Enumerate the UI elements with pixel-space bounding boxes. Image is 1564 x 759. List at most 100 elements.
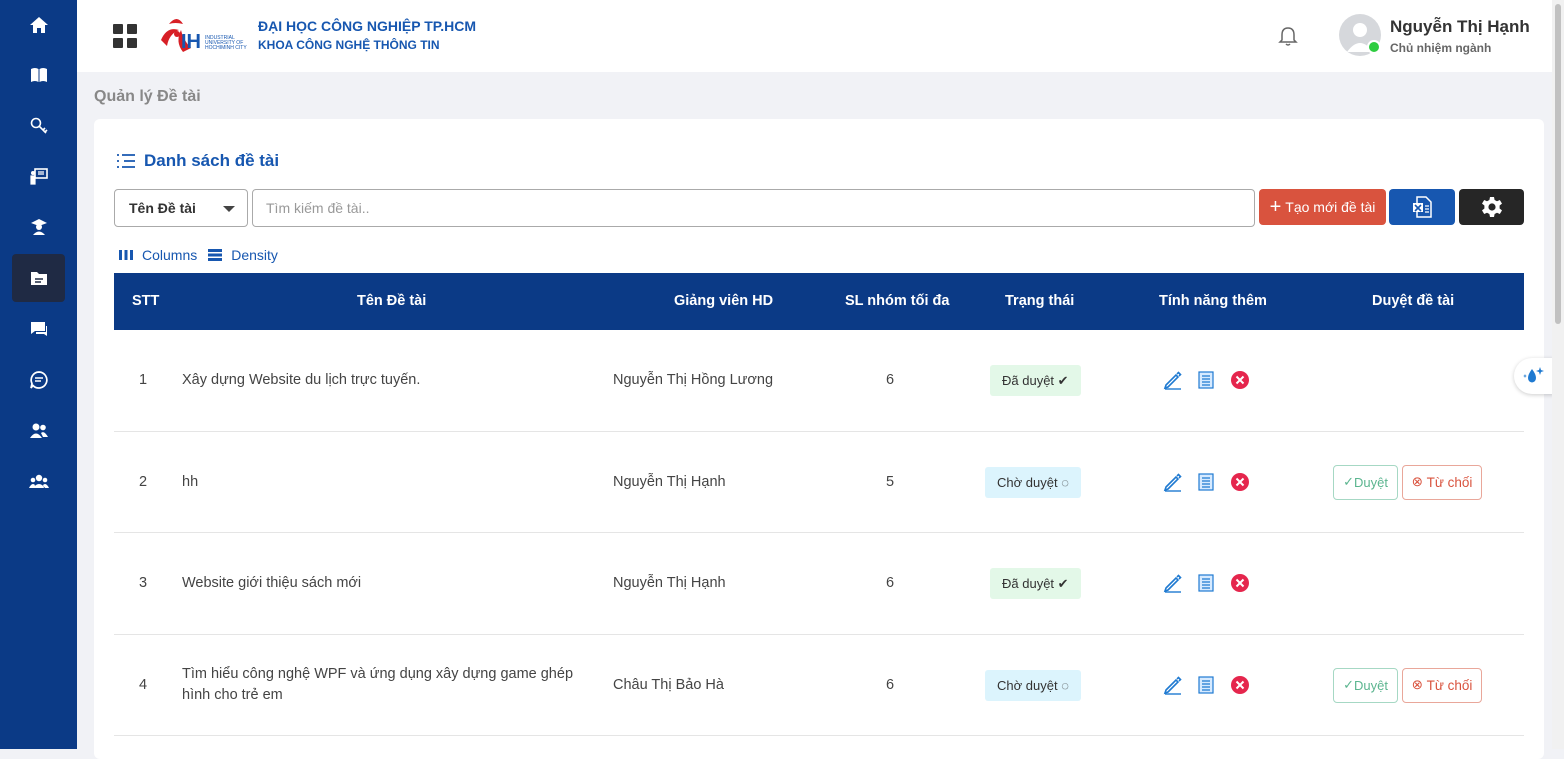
table-header: STT Tên Đề tài Giảng viên HD SL nhóm tối… [114, 273, 1524, 330]
sidebar-item-users[interactable] [12, 407, 65, 455]
status-text: Đã duyệt [1002, 576, 1055, 591]
create-topic-label: Tạo mới đề tài [1285, 199, 1376, 215]
delete-icon[interactable] [1230, 675, 1250, 695]
university-logo: IH INDUSTRIAL UNIVERSITY OF HOCHIMINH CI… [161, 19, 247, 53]
chevron-down-icon [223, 206, 235, 212]
table-row[interactable]: 2 hh Nguyễn Thị Hạnh 5 Chờ duyệt ◌ ✓ Duyệ… [114, 432, 1524, 533]
folder-icon [30, 272, 47, 285]
column-header-lecturer[interactable]: Giảng viên HD [674, 293, 773, 309]
delete-icon[interactable] [1230, 370, 1250, 390]
row-lecturer: Nguyễn Thị Hạnh [613, 473, 726, 490]
svg-text:HOCHIMINH CITY: HOCHIMINH CITY [205, 45, 247, 51]
sidebar-item-chat[interactable] [12, 305, 65, 353]
user-name: Nguyễn Thị Hạnh [1390, 17, 1530, 36]
row-title: Tìm hiểu công nghệ WPF và ứng dụng xây d… [182, 665, 574, 682]
apps-grid-icon[interactable] [113, 24, 137, 48]
faculty-name: KHOA CÔNG NGHỆ THÔNG TIN [258, 38, 440, 52]
chat-icon [30, 322, 47, 336]
row-max-groups: 6 [886, 676, 895, 693]
row-lecturer: Châu Thị Bảo Hà [613, 676, 724, 693]
topic-list-card: Danh sách đề tài Tên Đề tài + Tạo mới đề… [94, 119, 1544, 759]
card-title: Danh sách đề tài [144, 151, 280, 170]
presentation-icon [29, 168, 48, 185]
check-icon: ✔ [1057, 575, 1069, 591]
row-title: Xây dựng Website du lịch trực tuyến. [182, 372, 421, 388]
edit-icon[interactable] [1163, 370, 1183, 390]
table-row[interactable]: 3 Website giới thiệu sách mới Nguyễn Thị… [114, 533, 1524, 635]
row-stt: 4 [139, 676, 148, 693]
edit-icon[interactable] [1163, 472, 1183, 492]
scrollbar[interactable] [1552, 0, 1564, 749]
edit-icon[interactable] [1163, 675, 1183, 695]
row-max-groups: 5 [886, 473, 895, 490]
book-icon [30, 68, 47, 82]
status-badge: Chờ duyệt ◌ [985, 669, 1081, 701]
online-status-indicator [1367, 40, 1381, 54]
sidebar-item-key[interactable] [12, 102, 65, 150]
gear-icon [1481, 197, 1502, 217]
status-text: Đã duyệt [1002, 373, 1055, 388]
approve-label: Duyệt [1353, 474, 1388, 490]
columns-label: Columns [142, 247, 198, 263]
bell-icon[interactable] [1277, 25, 1299, 47]
table-row[interactable]: 4 Tìm hiểu công nghệ WPF và ứng dụng xây… [114, 635, 1524, 736]
settings-button[interactable] [1459, 189, 1524, 225]
density-button[interactable]: Density [207, 247, 278, 263]
row-stt: 1 [139, 372, 148, 388]
row-stt: 3 [139, 575, 148, 591]
status-text: Chờ duyệt [997, 474, 1058, 490]
row-lecturer: Nguyễn Thị Hồng Lương [613, 372, 774, 388]
sidebar-item-home[interactable] [12, 1, 65, 49]
approve-button[interactable]: ✓ Duyệt [1333, 464, 1398, 500]
list-detail-icon[interactable] [1196, 675, 1216, 695]
sidebar-item-topics[interactable] [12, 254, 65, 302]
filter-field-select[interactable]: Tên Đề tài [114, 189, 248, 227]
create-topic-button[interactable]: + Tạo mới đề tài [1259, 189, 1386, 225]
filter-selected-value: Tên Đề tài [129, 200, 196, 216]
check-icon: ✔ [1057, 372, 1069, 388]
column-header-status[interactable]: Trạng thái [1005, 293, 1074, 309]
column-header-actions[interactable]: Tính năng thêm [1159, 293, 1267, 309]
approve-button[interactable]: ✓ Duyệt [1333, 667, 1398, 703]
topics-table: STT Tên Đề tài Giảng viên HD SL nhóm tối… [114, 273, 1524, 736]
svg-text:IH: IH [181, 31, 201, 53]
status-badge: Đã duyệt ✔ [990, 568, 1081, 599]
column-header-title[interactable]: Tên Đề tài [357, 293, 426, 309]
list-detail-icon[interactable] [1196, 573, 1216, 593]
reject-button[interactable]: ⊗ Từ chối [1402, 667, 1482, 703]
table-row[interactable]: 1 Xây dựng Website du lịch trực tuyến. N… [114, 330, 1524, 432]
density-label: Density [231, 247, 278, 263]
droplet-sparkle-icon [1523, 367, 1544, 383]
column-header-approval[interactable]: Duyệt đề tài [1372, 293, 1454, 309]
sidebar-item-book[interactable] [12, 51, 65, 99]
approve-label: Duyệt [1353, 677, 1388, 693]
plus-icon: + [1269, 196, 1282, 218]
reject-button[interactable]: ⊗ Từ chối [1402, 464, 1482, 500]
sidebar-item-messages[interactable] [12, 356, 65, 404]
row-stt: 2 [139, 473, 148, 490]
sidebar [0, 0, 77, 749]
row-title-continued: hình cho trẻ em [182, 686, 283, 703]
document-chat-icon [29, 371, 48, 389]
floating-widget-button[interactable] [1514, 358, 1554, 394]
sidebar-item-groups[interactable] [12, 458, 65, 506]
reject-label: Từ chối [1426, 474, 1473, 490]
export-excel-button[interactable] [1389, 189, 1455, 225]
edit-icon[interactable] [1163, 573, 1183, 593]
user-role: Chủ nhiệm ngành [1390, 41, 1492, 55]
scrollbar-thumb[interactable] [1555, 4, 1561, 324]
sidebar-item-student[interactable] [12, 203, 65, 251]
list-detail-icon[interactable] [1196, 472, 1216, 492]
column-header-max-groups[interactable]: SL nhóm tối đa [845, 293, 949, 309]
list-detail-icon[interactable] [1196, 370, 1216, 390]
column-header-stt[interactable]: STT [132, 293, 159, 309]
search-input[interactable] [252, 189, 1255, 227]
columns-button[interactable]: Columns [118, 247, 197, 263]
delete-icon[interactable] [1230, 472, 1250, 492]
status-text: Chờ duyệt [997, 677, 1058, 693]
row-title: Website giới thiệu sách mới [182, 575, 362, 591]
delete-icon[interactable] [1230, 573, 1250, 593]
table-toolbar: Columns Density [118, 247, 278, 263]
sidebar-item-presentation[interactable] [12, 152, 65, 200]
loading-icon: ◌ [1061, 474, 1069, 490]
